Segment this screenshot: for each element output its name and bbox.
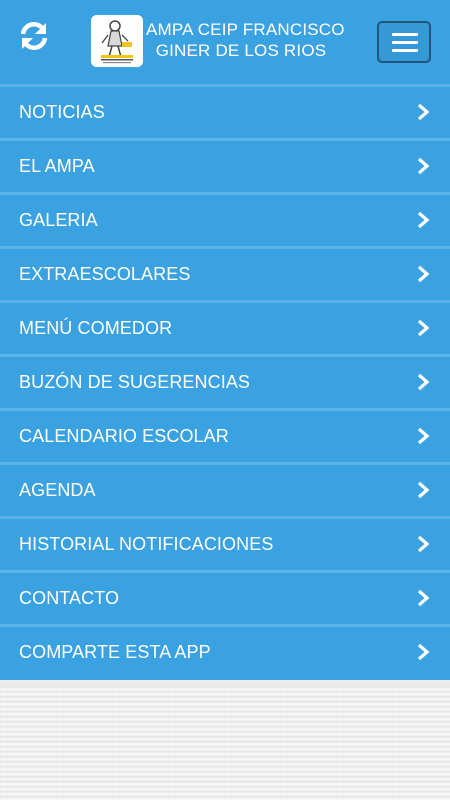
menu-bottom-edge bbox=[0, 678, 450, 680]
chevron-right-icon bbox=[417, 319, 430, 337]
chevron-right-icon bbox=[417, 103, 430, 121]
app-title-line1: AMPA CEIP FRANCISCO bbox=[146, 20, 345, 39]
main-menu: NOTICIAS EL AMPA GALERIA EXTRAESCOLARES … bbox=[0, 84, 450, 680]
refresh-button[interactable] bbox=[14, 16, 54, 56]
chevron-right-icon bbox=[417, 481, 430, 499]
menu-item-label: HISTORIAL NOTIFICACIONES bbox=[19, 534, 274, 554]
menu-item-label: CONTACTO bbox=[19, 588, 120, 608]
app-title-line2: GINER DE LOS RIOS bbox=[155, 41, 327, 60]
menu-item-comparte-esta-app[interactable]: COMPARTE ESTA APP bbox=[0, 624, 450, 678]
chevron-right-icon bbox=[417, 373, 430, 391]
menu-item-agenda[interactable]: AGENDA bbox=[0, 462, 450, 516]
menu-item-el-ampa[interactable]: EL AMPA bbox=[0, 138, 450, 192]
app-title: AMPA CEIP FRANCISCO GINER DE LOS RIOS bbox=[146, 19, 345, 61]
page-background bbox=[0, 686, 450, 800]
ampa-logo bbox=[91, 15, 143, 67]
menu-item-calendario-escolar[interactable]: CALENDARIO ESCOLAR bbox=[0, 408, 450, 462]
menu-item-label: BUZÓN DE SUGERENCIAS bbox=[19, 372, 251, 392]
menu-item-contacto[interactable]: CONTACTO bbox=[0, 570, 450, 624]
chevron-right-icon bbox=[417, 589, 430, 607]
menu-item-label: NOTICIAS bbox=[19, 102, 105, 122]
chevron-right-icon bbox=[417, 427, 430, 445]
menu-item-label: GALERIA bbox=[19, 210, 98, 230]
menu-item-label: CALENDARIO ESCOLAR bbox=[19, 426, 229, 446]
chevron-right-icon bbox=[417, 265, 430, 283]
chevron-right-icon bbox=[417, 643, 430, 661]
chevron-right-icon bbox=[417, 157, 430, 175]
menu-toggle-button[interactable] bbox=[377, 21, 431, 63]
menu-item-galeria[interactable]: GALERIA bbox=[0, 192, 450, 246]
chevron-right-icon bbox=[417, 211, 430, 229]
menu-item-noticias[interactable]: NOTICIAS bbox=[0, 84, 450, 138]
menu-item-label: EL AMPA bbox=[19, 156, 95, 176]
menu-item-label: EXTRAESCOLARES bbox=[19, 264, 191, 284]
menu-item-menu-comedor[interactable]: MENÚ COMEDOR bbox=[0, 300, 450, 354]
menu-item-label: AGENDA bbox=[19, 480, 96, 500]
app-header: AMPA CEIP FRANCISCO GINER DE LOS RIOS bbox=[0, 0, 450, 84]
menu-item-label: COMPARTE ESTA APP bbox=[19, 642, 211, 662]
menu-item-historial-notificaciones[interactable]: HISTORIAL NOTIFICACIONES bbox=[0, 516, 450, 570]
menu-item-label: MENÚ COMEDOR bbox=[19, 318, 173, 338]
chevron-right-icon bbox=[417, 535, 430, 553]
menu-item-buzon-de-sugerencias[interactable]: BUZÓN DE SUGERENCIAS bbox=[0, 354, 450, 408]
menu-item-extraescolares[interactable]: EXTRAESCOLARES bbox=[0, 246, 450, 300]
refresh-icon bbox=[20, 21, 48, 51]
